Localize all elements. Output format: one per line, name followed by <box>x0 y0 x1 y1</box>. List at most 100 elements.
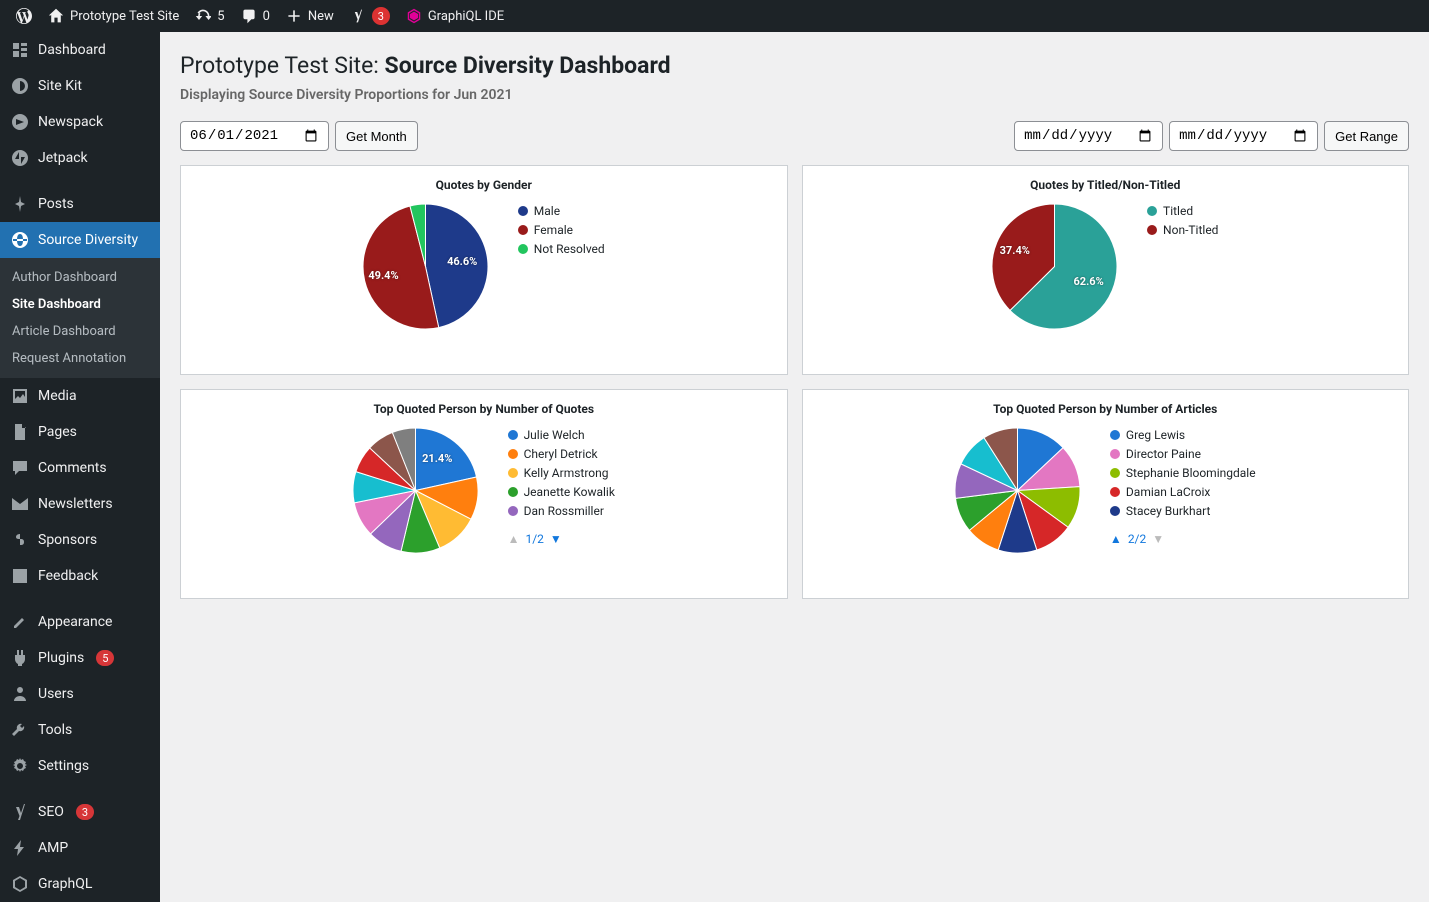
jetpack-icon <box>10 148 30 168</box>
sidebar-item-comments[interactable]: Comments <box>0 450 160 486</box>
submenu-item-request-annotation[interactable]: Request Annotation <box>0 345 160 372</box>
pin-icon <box>10 194 30 214</box>
legend-item: Julie Welch <box>508 428 615 442</box>
admin-toolbar: Prototype Test Site 5 0 New 3 GraphiQL I… <box>0 0 1429 32</box>
sitekit-icon <box>10 76 30 96</box>
range-end-picker[interactable] <box>1169 121 1318 151</box>
bolt-icon <box>10 838 30 858</box>
legend-item: Non-Titled <box>1147 223 1218 237</box>
get-month-button[interactable]: Get Month <box>335 121 418 151</box>
filter-controls: Get Month Get Range <box>180 121 1409 151</box>
sidebar-item-appearance[interactable]: Appearance <box>0 604 160 640</box>
sidebar-item-tools[interactable]: Tools <box>0 712 160 748</box>
page-icon <box>10 422 30 442</box>
count-badge: 5 <box>96 650 114 666</box>
newspack-icon <box>10 112 30 132</box>
submenu: Author DashboardSite DashboardArticle Da… <box>0 258 160 378</box>
plug-icon <box>10 648 30 668</box>
site-name-link[interactable]: Prototype Test Site <box>40 0 187 32</box>
globe-icon <box>10 230 30 250</box>
count-badge: 3 <box>76 804 94 820</box>
yoast-badge: 3 <box>372 7 390 25</box>
sidebar-item-newsletters[interactable]: Newsletters <box>0 486 160 522</box>
page-subtitle: Displaying Source Diversity Proportions … <box>180 87 1409 103</box>
feedback-icon <box>10 566 30 586</box>
graphiql-link[interactable]: GraphiQL IDE <box>398 0 512 32</box>
submenu-item-author-dashboard[interactable]: Author Dashboard <box>0 264 160 291</box>
pie-chart <box>955 428 1080 553</box>
sidebar-item-jetpack[interactable]: Jetpack <box>0 140 160 176</box>
user-icon <box>10 684 30 704</box>
sidebar-item-source-diversity[interactable]: Source Diversity <box>0 222 160 258</box>
legend: Julie Welch Cheryl Detrick Kelly Armstrong… <box>508 428 615 553</box>
sidebar-item-sponsors[interactable]: Sponsors <box>0 522 160 558</box>
sidebar-item-pages[interactable]: Pages <box>0 414 160 450</box>
wp-logo-icon[interactable] <box>8 0 40 32</box>
legend: Greg LewisDirector PaineStephanie Bloomi… <box>1110 428 1256 553</box>
page-title: Prototype Test Site: Source Diversity Da… <box>180 52 1409 79</box>
wrench-icon <box>10 720 30 740</box>
chart-panel-3: Top Quoted Person by Number of ArticlesG… <box>802 389 1410 599</box>
submenu-item-article-dashboard[interactable]: Article Dashboard <box>0 318 160 345</box>
legend-item: Director Paine <box>1110 447 1256 461</box>
get-range-button[interactable]: Get Range <box>1324 121 1409 151</box>
updates-link[interactable]: 5 <box>187 0 232 32</box>
admin-sidebar: DashboardSite KitNewspackJetpack PostsSo… <box>0 32 160 902</box>
yoast-icon <box>350 8 366 24</box>
legend: Titled Non-Titled <box>1147 204 1218 329</box>
chart-panel-0: Quotes by Gender46.6%49.4%MaleFemaleNot … <box>180 165 788 375</box>
legend-item: Kelly Armstrong <box>508 466 615 480</box>
swatch <box>518 225 528 235</box>
yoast-icon <box>10 802 30 822</box>
legend-item: Titled <box>1147 204 1218 218</box>
comment-icon <box>241 8 257 24</box>
charts-grid: Quotes by Gender46.6%49.4%MaleFemaleNot … <box>180 165 1409 599</box>
gear-icon <box>10 756 30 776</box>
legend-item: Female <box>518 223 605 237</box>
pager-next-icon[interactable]: ▼ <box>550 532 562 546</box>
month-picker[interactable] <box>180 121 329 151</box>
home-icon <box>48 8 64 24</box>
swatch <box>508 449 518 459</box>
sidebar-item-site-kit[interactable]: Site Kit <box>0 68 160 104</box>
sidebar-item-users[interactable]: Users <box>0 676 160 712</box>
sidebar-item-dashboard[interactable]: Dashboard <box>0 32 160 68</box>
swatch <box>1147 225 1157 235</box>
sidebar-item-posts[interactable]: Posts <box>0 186 160 222</box>
brush-icon <box>10 612 30 632</box>
swatch <box>508 506 518 516</box>
content: Prototype Test Site: Source Diversity Da… <box>160 32 1429 902</box>
yoast-link[interactable]: 3 <box>342 0 398 32</box>
plus-icon <box>286 8 302 24</box>
legend-item: Cheryl Detrick <box>508 447 615 461</box>
dashboard-icon <box>10 40 30 60</box>
legend-item: Stephanie Bloomingdale <box>1110 466 1256 480</box>
new-content-link[interactable]: New <box>278 0 342 32</box>
sidebar-item-settings[interactable]: Settings <box>0 748 160 784</box>
legend-item: Damian LaCroix <box>1110 485 1256 499</box>
pie-chart: 21.4% <box>353 428 478 553</box>
sidebar-item-media[interactable]: Media <box>0 378 160 414</box>
pager-prev-icon[interactable]: ▲ <box>1110 532 1122 546</box>
chart-title: Quotes by Titled/Non-Titled <box>910 178 1300 192</box>
sidebar-item-newspack[interactable]: Newspack <box>0 104 160 140</box>
submenu-item-site-dashboard[interactable]: Site Dashboard <box>0 291 160 318</box>
sidebar-item-seo[interactable]: SEO3 <box>0 794 160 830</box>
comments-link[interactable]: 0 <box>233 0 278 32</box>
legend-item: Not Resolved <box>518 242 605 256</box>
sidebar-item-feedback[interactable]: Feedback <box>0 558 160 594</box>
legend: MaleFemaleNot Resolved <box>518 204 605 329</box>
sidebar-item-graphql[interactable]: GraphQL <box>0 866 160 902</box>
swatch <box>508 487 518 497</box>
graphql-icon <box>10 874 30 894</box>
chart-title: Quotes by Gender <box>289 178 679 192</box>
legend-pager: ▲1/2▼ <box>508 532 615 546</box>
swatch <box>1110 468 1120 478</box>
sidebar-item-amp[interactable]: AMP <box>0 830 160 866</box>
range-start-picker[interactable] <box>1014 121 1163 151</box>
dollar-icon <box>10 530 30 550</box>
sidebar-item-plugins[interactable]: Plugins5 <box>0 640 160 676</box>
comment-icon <box>10 458 30 478</box>
legend-item: Stacey Burkhart <box>1110 504 1256 518</box>
pager-prev-icon: ▲ <box>508 532 520 546</box>
